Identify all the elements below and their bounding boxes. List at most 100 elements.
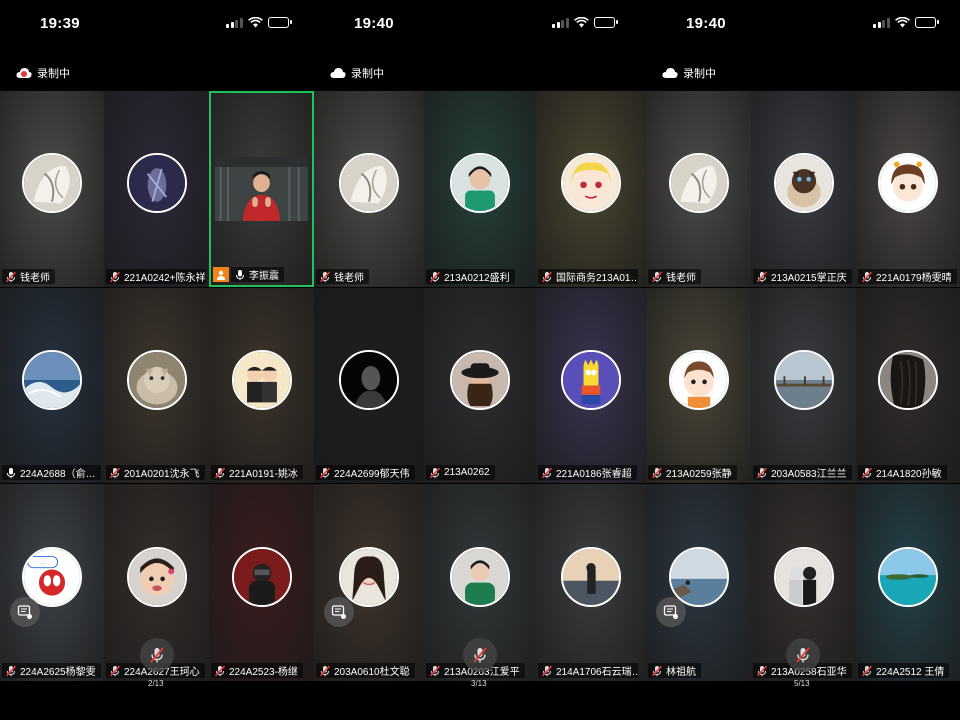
svg-text:···: ··· [40,561,46,567]
participant-name: 213A0212盛利 [444,273,510,284]
participant-tile[interactable]: 221A0242+陈永祥 [104,91,209,287]
participant-name: 钱老师 [20,273,50,284]
participant-name: 钱老师 [666,273,696,284]
participant-name: 201A0201沈永飞 [124,469,200,480]
recording-label: 录制中 [37,68,70,80]
participant-name: 203A0610杜文聪 [334,667,410,678]
system-icons [873,17,939,28]
participant-name-tag: 钱老师 [316,269,369,284]
participant-avatar [878,350,938,410]
participant-avatar [561,350,621,410]
participant-name-tag: 224A2625杨黎雯 [2,663,101,678]
participant-tile[interactable]: 214A1706石云瑞… [536,484,646,681]
participant-tile[interactable]: 213A0215掌正庆 [751,91,856,287]
participant-name-tag: 224A2512 王倩 [858,663,950,678]
participant-tile[interactable]: 林祖航 [646,484,751,681]
participant-tile[interactable]: 203A0610杜文聪 [314,484,424,681]
participant-name-tag: 203A0610杜文聪 [316,663,415,678]
participant-tile[interactable]: 李振震 [209,91,314,287]
participant-name-tag: 221A0191-姚冰 [211,465,303,480]
participant-avatar [561,153,621,213]
mic-muted-icon [429,665,441,676]
recording-indicator[interactable]: 录制中 [16,65,70,81]
participant-video [215,157,308,221]
participant-tile[interactable]: 214A1820孙敏 [856,288,960,483]
participant-tile[interactable]: 钱老师 [0,91,104,287]
mic-muted-icon [473,647,487,663]
participant-name-tag: 213A0212盛利 [426,269,515,284]
participant-avatar [339,350,399,410]
participant-tile[interactable]: 213A0212盛利 [424,91,536,287]
participant-tile[interactable]: 224A2523-杨继 [209,484,314,681]
participant-name-tag: 213A0262 [426,465,495,480]
participant-tile[interactable]: 钱老师 [646,91,751,287]
chat-button[interactable] [10,597,40,627]
system-icons [552,17,618,28]
battery-icon [914,17,939,28]
participant-tile[interactable]: 213A0262 [424,288,536,483]
mic-muted-icon [541,467,553,478]
participant-tile[interactable]: 224A2699郁天伟 [314,288,424,483]
mic-muted-icon [651,271,663,282]
participant-avatar [450,153,510,213]
participant-tile[interactable]: 203A0583江兰兰 [751,288,856,483]
participant-tile[interactable]: 钱老师 [314,91,424,287]
participant-avatar [22,350,82,410]
participant-avatar [127,350,187,410]
mic-muted-icon [150,647,164,663]
participant-tile[interactable]: 201A0201沈永飞 [104,288,209,483]
participant-tile[interactable]: 221A0179杨雯晴 [856,91,960,287]
participant-tile[interactable]: 国际商务213A01… [536,91,646,287]
participant-tile[interactable]: 224A2512 王倩 [856,484,960,681]
participant-tile[interactable]: 213A0259张静 [646,288,751,483]
participant-tile[interactable]: 224A2688（俞… [0,288,104,483]
mic-muted-icon [651,467,663,478]
recording-indicator[interactable]: 录制中 [330,65,384,81]
recording-indicator[interactable]: 录制中 [662,65,716,81]
mic-muted-icon [429,467,441,478]
participant-tile[interactable]: ··· 224A2625杨黎雯 [0,484,104,681]
mic-icon [236,269,244,280]
wifi-icon [894,17,910,28]
participant-avatar [232,547,292,607]
participant-name: 224A2523-杨继 [229,667,298,678]
mic-muted-icon [796,647,810,663]
participant-tile[interactable]: 221A0186张睿超 [536,288,646,483]
participant-tile[interactable]: 221A0191-姚冰 [209,288,314,483]
participant-avatar [774,350,834,410]
page-indicator: 5/13 [794,679,810,688]
page-indicator: 3/13 [471,679,487,688]
mic-muted-icon [756,467,768,478]
mute-button[interactable] [463,638,497,672]
participant-name: 221A0186张睿超 [556,469,632,480]
participant-name-tag: 221A0186张睿超 [538,465,637,480]
mic-muted-icon [541,271,553,282]
mute-button[interactable] [140,638,174,672]
participant-avatar [561,547,621,607]
participant-name: 224A2625杨黎雯 [20,667,96,678]
participant-name: 214A1706石云瑞… [556,667,638,678]
recording-label: 录制中 [351,68,384,80]
participant-name-tag: 213A0215掌正庆 [753,269,852,284]
mic-muted-icon [861,665,873,676]
mic-muted-icon [429,271,441,282]
participant-name-tag: 国际商务213A01… [538,269,638,284]
mic-muted-icon [861,467,873,478]
chat-icon [331,605,346,619]
mute-button[interactable] [786,638,820,672]
meeting-panel-2: 19:40 录制中 钱老师 213A0212盛利 国际商务213A01… 224… [314,0,646,720]
participant-name-tag: 213A0259张静 [648,465,737,480]
host-badge-icon [213,267,229,282]
clock: 19:40 [686,15,726,32]
participant-name: 221A0242+陈永祥 [124,273,206,284]
mic-muted-icon [5,271,17,282]
participant-name-tag: 钱老师 [648,269,701,284]
participant-avatar [232,350,292,410]
participant-name-tag: 224A2523-杨继 [211,663,303,678]
page-indicator: 2/13 [148,679,164,688]
mic-muted-icon [319,467,331,478]
wifi-icon [573,17,589,28]
chat-button[interactable] [656,597,686,627]
participant-name: 李振震 [249,271,279,282]
chat-button[interactable] [324,597,354,627]
